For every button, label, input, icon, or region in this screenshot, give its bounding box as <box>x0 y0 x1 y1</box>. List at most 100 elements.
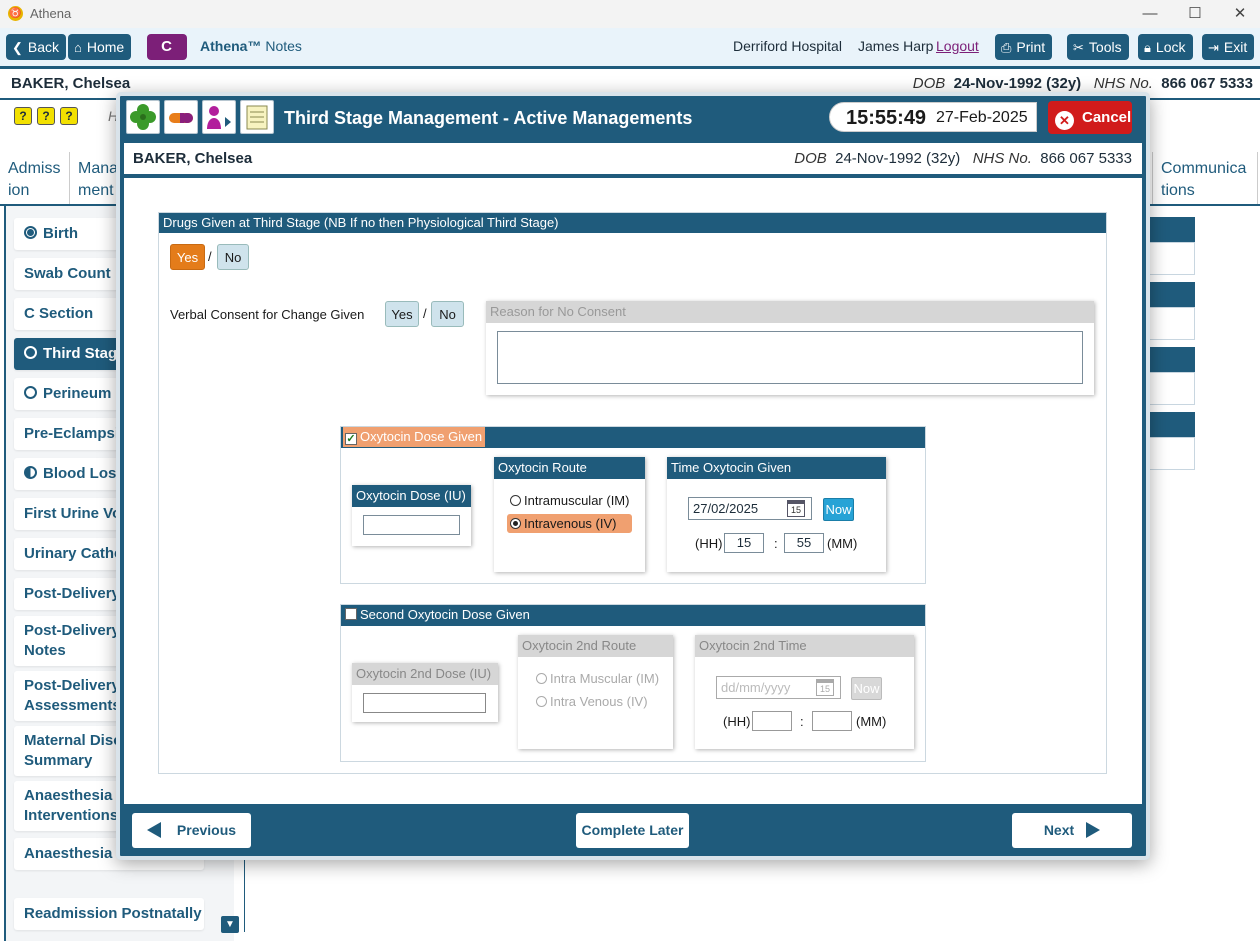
second-date-input[interactable]: dd/mm/yyyy 15 <box>716 676 841 699</box>
consent-toggle: Yes / No <box>385 301 470 327</box>
home-icon: ⌂ <box>74 40 82 55</box>
nhs-value: 866 067 5333 <box>1040 150 1132 167</box>
patient-name: BAKER, Chelsea <box>11 75 131 92</box>
close-window-button[interactable]: ✕ <box>1220 3 1260 25</box>
dob-value: 24-Nov-1992 (32y) <box>835 150 961 167</box>
person-arrow-icon[interactable] <box>202 100 236 134</box>
previous-label: Previous <box>176 822 237 838</box>
mm-label: (MM) <box>856 714 887 729</box>
status-radio-icon <box>24 466 37 479</box>
drugs-section-header: Drugs Given at Third Stage (NB If no the… <box>159 213 1106 233</box>
next-button[interactable]: Next <box>1012 813 1132 848</box>
second-time-card: Oxytocin 2nd Time dd/mm/yyyy 15 Now (HH) … <box>695 635 914 749</box>
sidebar-item-label: Post-Delivery Notes <box>24 622 120 659</box>
hh-input[interactable]: 15 <box>724 533 764 553</box>
tab-label: Communica <box>1161 160 1247 177</box>
sidebar-item-label: Anaesthesia Interventions <box>24 787 119 824</box>
date-placeholder: dd/mm/yyyy <box>721 680 791 695</box>
time-card: Time Oxytocin Given 27/02/2025 15 Now (HH… <box>667 457 886 572</box>
second-route-iv-option[interactable]: Intra Venous (IV) <box>536 694 648 709</box>
pill-icon[interactable] <box>164 100 198 134</box>
drugs-yes-button[interactable]: Yes <box>170 244 205 270</box>
help-badge-icon[interactable]: ? <box>60 107 78 125</box>
app-brand: Athena™ <box>200 38 262 54</box>
previous-button[interactable]: Previous <box>132 813 251 848</box>
tab-admission[interactable]: Admiss ion <box>0 152 70 204</box>
oxytocin-checkbox[interactable]: ✓ Oxytocin Dose Given <box>343 427 486 447</box>
second-mm-input[interactable] <box>812 711 852 731</box>
second-oxytocin-header-label: Second Oxytocin Dose Given <box>360 607 530 622</box>
slash: / <box>208 249 212 264</box>
reason-header: Reason for No Consent <box>486 301 1094 323</box>
tab-communications[interactable]: Communica tions <box>1152 152 1258 204</box>
user-name: James Harp <box>858 38 934 54</box>
tab-label: Mana <box>78 160 119 177</box>
exit-button[interactable]: ⇥ Exit <box>1202 34 1255 60</box>
scroll-down-icon[interactable]: ▼ <box>221 916 239 933</box>
hh-label: (HH) <box>695 536 723 551</box>
printer-icon: ⎙ <box>1001 40 1012 55</box>
colon: : <box>774 536 778 551</box>
route-iv-label: Intravenous (IV) <box>524 516 617 531</box>
arrow-right-icon <box>1086 822 1101 838</box>
consent-no-button[interactable]: No <box>431 301 464 327</box>
tab-label: Admiss <box>8 160 61 177</box>
c-button[interactable]: C <box>147 34 187 60</box>
sidebar-item-label: Birth <box>43 225 78 242</box>
route-iv-option[interactable]: Intravenous (IV) <box>507 514 632 533</box>
date-input[interactable]: 27/02/2025 15 <box>688 497 812 520</box>
lock-label: Lock <box>1155 39 1186 55</box>
patient-ids: DOB 24-Nov-1992 (32y) NHS No. 866 067 53… <box>794 150 1132 167</box>
sidebar-item[interactable]: Readmission Postnatally <box>14 898 204 930</box>
second-oxytocin-header: Second Oxytocin Dose Given <box>341 605 925 626</box>
window-title-bar: ♉ Athena — ☐ ✕ <box>0 0 1260 28</box>
sidebar-item-label: Urinary Cathe <box>24 545 123 562</box>
complete-later-button[interactable]: Complete Later <box>576 813 689 848</box>
second-hh-input[interactable] <box>752 711 792 731</box>
second-now-button[interactable]: Now <box>851 677 882 700</box>
dob-value: 24-Nov-1992 (32y) <box>953 75 1082 92</box>
print-button[interactable]: ⎙ Print <box>995 34 1053 60</box>
home-button[interactable]: ⌂ Home <box>68 34 132 60</box>
nhs-label: NHS No. <box>1093 75 1153 92</box>
print-label: Print <box>1016 39 1046 55</box>
calendar-icon[interactable]: 15 <box>787 500 805 517</box>
mm-input[interactable]: 55 <box>784 533 824 553</box>
help-badge-icon[interactable]: ? <box>37 107 55 125</box>
dob-label: DOB <box>794 150 827 167</box>
notepad-icon[interactable] <box>240 100 274 134</box>
maximize-button[interactable]: ☐ <box>1175 3 1215 25</box>
sidebar-item-label: Post-Delivery <box>24 585 120 602</box>
dose-input[interactable] <box>363 515 460 535</box>
second-route-im-option[interactable]: Intra Muscular (IM) <box>536 671 659 686</box>
back-button[interactable]: ❮ Back <box>6 34 67 60</box>
second-oxytocin-checkbox[interactable] <box>345 608 357 620</box>
nhs-label: NHS No. <box>972 150 1032 167</box>
logout-link[interactable]: Logout <box>936 38 979 54</box>
lock-button[interactable]: 🔒︎ Lock <box>1138 34 1193 60</box>
clover-icon[interactable] <box>126 100 160 134</box>
app-section: Notes <box>265 38 302 54</box>
route-im-option[interactable]: Intramuscular (IM) <box>510 493 629 508</box>
time-header: Time Oxytocin Given <box>667 457 886 479</box>
date-value: 27/02/2025 <box>693 501 759 516</box>
right-panel-block <box>1145 282 1195 340</box>
colon: : <box>800 714 804 729</box>
calendar-icon[interactable]: 15 <box>816 679 834 696</box>
dose-card: Oxytocin Dose (IU) <box>352 485 471 546</box>
reason-textarea[interactable] <box>497 331 1083 384</box>
tools-icon: ✂ <box>1073 40 1084 55</box>
drugs-no-button[interactable]: No <box>217 244 249 270</box>
second-dose-card: Oxytocin 2nd Dose (IU) <box>352 663 498 722</box>
second-route-card: Oxytocin 2nd Route Intra Muscular (IM) I… <box>518 635 673 749</box>
clock-date: 27-Feb-2025 <box>936 109 1028 126</box>
help-badge-icon[interactable]: ? <box>14 107 32 125</box>
consent-yes-button[interactable]: Yes <box>385 301 419 327</box>
now-button[interactable]: Now <box>823 498 854 521</box>
second-dose-input[interactable] <box>363 693 486 713</box>
cancel-button[interactable]: ✕ Cancel <box>1048 101 1132 134</box>
sidebar-item-label: Readmission Postnatally <box>24 905 202 922</box>
help-badge-text: ? <box>19 109 27 123</box>
minimize-button[interactable]: — <box>1130 3 1170 25</box>
tools-button[interactable]: ✂ Tools <box>1067 34 1129 60</box>
